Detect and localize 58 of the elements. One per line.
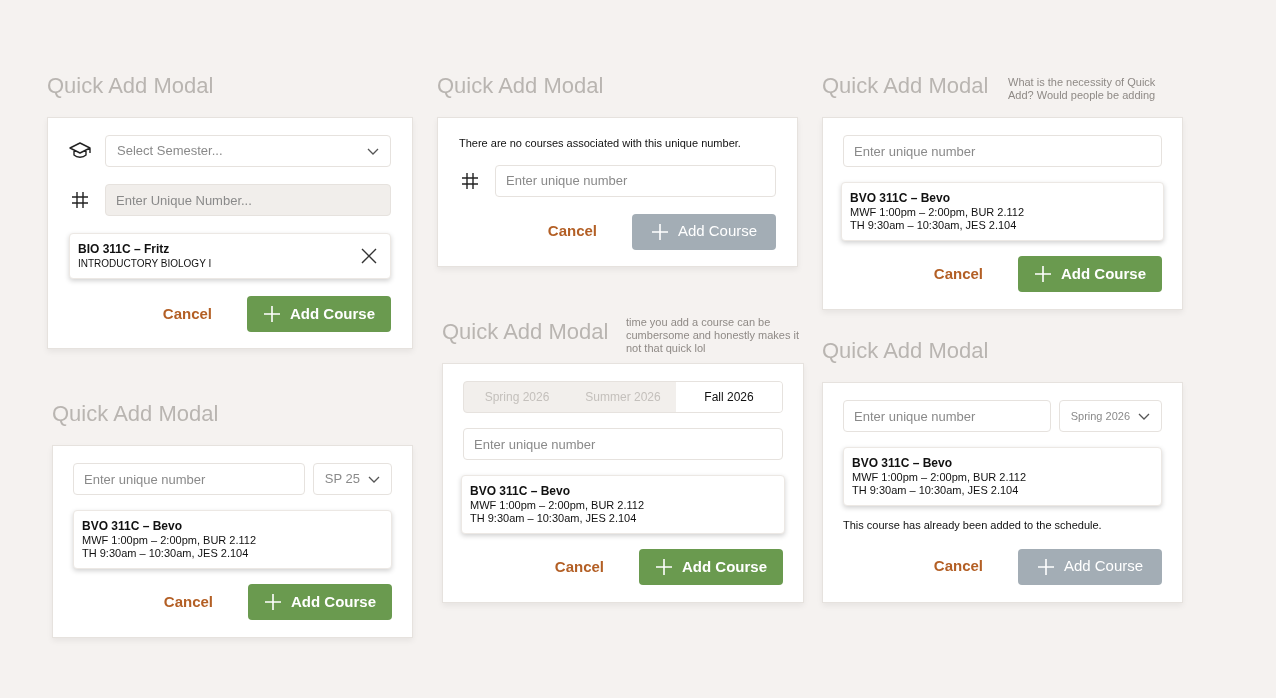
- comment-note: What is the necessity of Quick Add? Would people be adding: [1008, 76, 1157, 102]
- status-message: There are no courses associated with this unique number.: [459, 136, 742, 151]
- course-title: BVO 311C – Bevo: [470, 484, 572, 499]
- graduation-cap-icon: [69, 141, 91, 161]
- course-detail: TH 9:30am – 10:30am, JES 2.104: [82, 547, 250, 560]
- course-detail: MWF 1:00pm – 2:00pm, BUR 2.112: [850, 206, 1025, 219]
- add-course-button: Add Course: [632, 213, 776, 250]
- unique-number-field[interactable]: Enter unique number: [463, 428, 783, 460]
- plus-icon: [650, 222, 669, 241]
- add-course-button: Add Course: [1018, 548, 1162, 585]
- chevron-down-icon: [368, 475, 380, 483]
- chevron-down-icon: [367, 147, 379, 155]
- close-icon[interactable]: [361, 248, 377, 264]
- course-title: BVO 311C – Bevo: [82, 519, 184, 534]
- add-course-button[interactable]: Add Course: [639, 549, 783, 585]
- unique-number-field[interactable]: Enter unique number: [495, 164, 776, 197]
- cancel-button[interactable]: Cancel: [918, 549, 998, 584]
- course-detail: MWF 1:00pm – 2:00pm, BUR 2.112: [82, 534, 257, 547]
- add-course-button[interactable]: Add Course: [247, 296, 391, 332]
- chevron-down-icon: [1138, 412, 1150, 420]
- unique-number-field[interactable]: Enter unique number: [73, 463, 305, 495]
- frame-title: Quick Add Modal: [442, 319, 609, 345]
- cancel-button[interactable]: Cancel: [539, 549, 619, 585]
- semester-tab[interactable]: Fall 2026: [676, 382, 782, 412]
- unique-number-field[interactable]: Enter unique number: [843, 135, 1162, 167]
- plus-icon: [655, 558, 673, 576]
- plus-icon: [264, 593, 282, 611]
- course-detail: TH 9:30am – 10:30am, JES 2.104: [470, 512, 638, 525]
- frame-title: Quick Add Modal: [52, 401, 219, 427]
- cancel-button[interactable]: Cancel: [532, 214, 612, 249]
- cancel-button[interactable]: Cancel: [148, 584, 228, 620]
- status-message: This course has already been added to the schedule.: [843, 518, 1103, 533]
- course-detail: MWF 1:00pm – 2:00pm, BUR 2.112: [852, 471, 1027, 484]
- cancel-button[interactable]: Cancel: [147, 296, 227, 332]
- semester-select[interactable]: Spring 2026: [1058, 400, 1162, 432]
- hash-icon: [71, 191, 89, 209]
- add-course-button[interactable]: Add Course: [1018, 256, 1162, 292]
- semester-select[interactable]: SP 25: [312, 463, 392, 495]
- plus-icon: [1034, 265, 1052, 283]
- add-course-button[interactable]: Add Course: [248, 584, 392, 620]
- comment-note: time you add a course can be cumbersome and honestly makes it not that quick lol: [626, 316, 801, 355]
- course-detail: INTRODUCTORY BIOLOGY I: [78, 257, 212, 270]
- frame-title: Quick Add Modal: [822, 73, 989, 99]
- unique-number-field[interactable]: Enter unique number: [843, 400, 1051, 432]
- plus-icon: [263, 305, 281, 323]
- frame-title: Quick Add Modal: [47, 73, 214, 99]
- frame-title: Quick Add Modal: [437, 73, 604, 99]
- course-title: BVO 311C – Bevo: [852, 456, 954, 471]
- plus-icon: [1036, 557, 1055, 576]
- frame-title: Quick Add Modal: [822, 338, 989, 364]
- semester-select[interactable]: Select Semester...: [105, 135, 391, 167]
- cancel-button[interactable]: Cancel: [918, 256, 998, 292]
- course-title: BIO 311C – Fritz: [78, 242, 171, 257]
- course-detail: TH 9:30am – 10:30am, JES 2.104: [852, 484, 1020, 497]
- course-title: BVO 311C – Bevo: [850, 191, 952, 206]
- hash-icon: [461, 171, 479, 190]
- course-detail: TH 9:30am – 10:30am, JES 2.104: [850, 219, 1018, 232]
- course-detail: MWF 1:00pm – 2:00pm, BUR 2.112: [470, 499, 645, 512]
